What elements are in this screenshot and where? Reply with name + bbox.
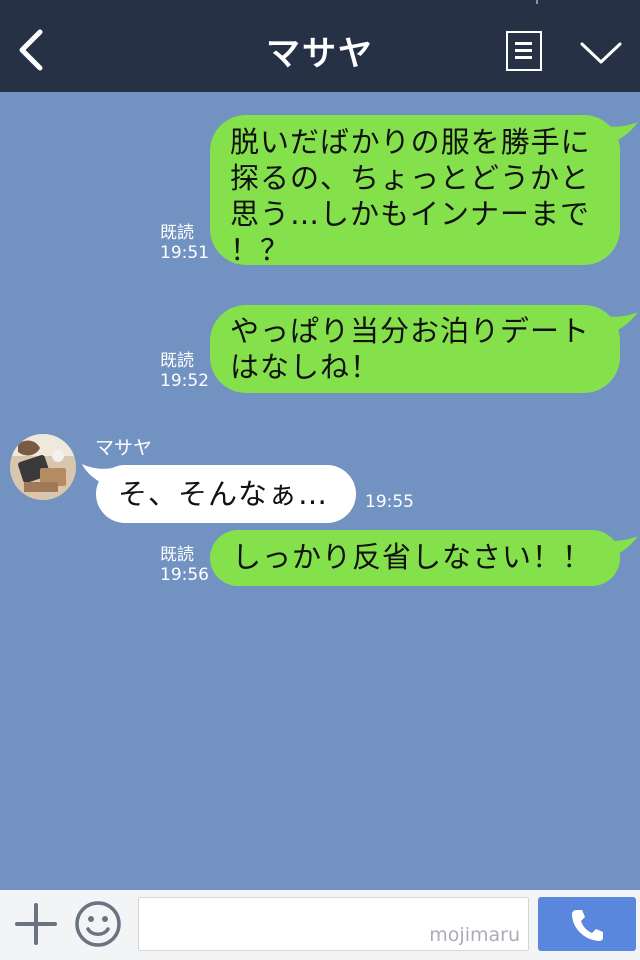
- message-line: 探るの、ちょっとどうかと: [230, 161, 591, 195]
- outgoing-message-bubble[interactable]: やっぱり当分お泊りデート はなしね！: [210, 305, 620, 393]
- chat-title: マサヤ: [266, 34, 374, 74]
- message-line: しっかり反省しなさい！！: [232, 540, 593, 574]
- message-line: そ、そんなぁ…: [118, 477, 329, 511]
- avatar-photo: [10, 434, 76, 500]
- message-input[interactable]: mojimaru: [138, 897, 529, 951]
- call-button[interactable]: [538, 897, 636, 951]
- message-meta: 19:55: [365, 492, 414, 512]
- smiley-icon[interactable]: [74, 900, 122, 948]
- divider: [536, 0, 538, 4]
- outgoing-message-bubble[interactable]: しっかり反省しなさい！！: [210, 530, 620, 586]
- message-line: 脱いだばかりの服を勝手に: [230, 125, 591, 159]
- chevron-down-icon[interactable]: [578, 38, 624, 68]
- message-line: ！？: [230, 233, 291, 267]
- contact-name: マサヤ: [95, 437, 153, 459]
- read-receipt: 既読: [160, 545, 194, 565]
- chat-area[interactable]: 既読 19:51 脱いだばかりの服を勝手に 探るの、ちょっとどうかと 思う…しか…: [0, 92, 640, 890]
- contact-avatar[interactable]: [10, 434, 76, 500]
- message-line: はなしね！: [230, 350, 381, 384]
- message-time: 19:56: [160, 565, 209, 585]
- message-line: 思う…しかもインナーまで: [230, 197, 591, 231]
- message-time: 19:51: [160, 243, 209, 263]
- read-receipt: 既読: [160, 223, 194, 243]
- message-meta: 既読 19:52: [160, 351, 209, 391]
- chat-header: マサヤ: [0, 0, 640, 92]
- message-meta: 既読 19:51: [160, 223, 209, 263]
- phone-icon: [572, 910, 603, 941]
- message-line: やっぱり当分お泊りデート: [230, 314, 591, 348]
- message-time: 19:55: [365, 492, 414, 512]
- read-receipt: 既読: [160, 351, 194, 371]
- outgoing-message-bubble[interactable]: 脱いだばかりの服を勝手に 探るの、ちょっとどうかと 思う…しかもインナーまで ！…: [210, 115, 620, 267]
- message-meta: 既読 19:56: [160, 545, 209, 585]
- plus-icon[interactable]: [14, 902, 58, 946]
- watermark-text: mojimaru: [429, 924, 520, 946]
- menu-list-icon[interactable]: [506, 31, 542, 71]
- incoming-message-bubble[interactable]: そ、そんなぁ…: [96, 465, 356, 523]
- bubble-tail: [606, 122, 638, 144]
- message-time: 19:52: [160, 371, 209, 391]
- bubble-tail: [606, 312, 638, 334]
- bubble-tail: [606, 536, 638, 558]
